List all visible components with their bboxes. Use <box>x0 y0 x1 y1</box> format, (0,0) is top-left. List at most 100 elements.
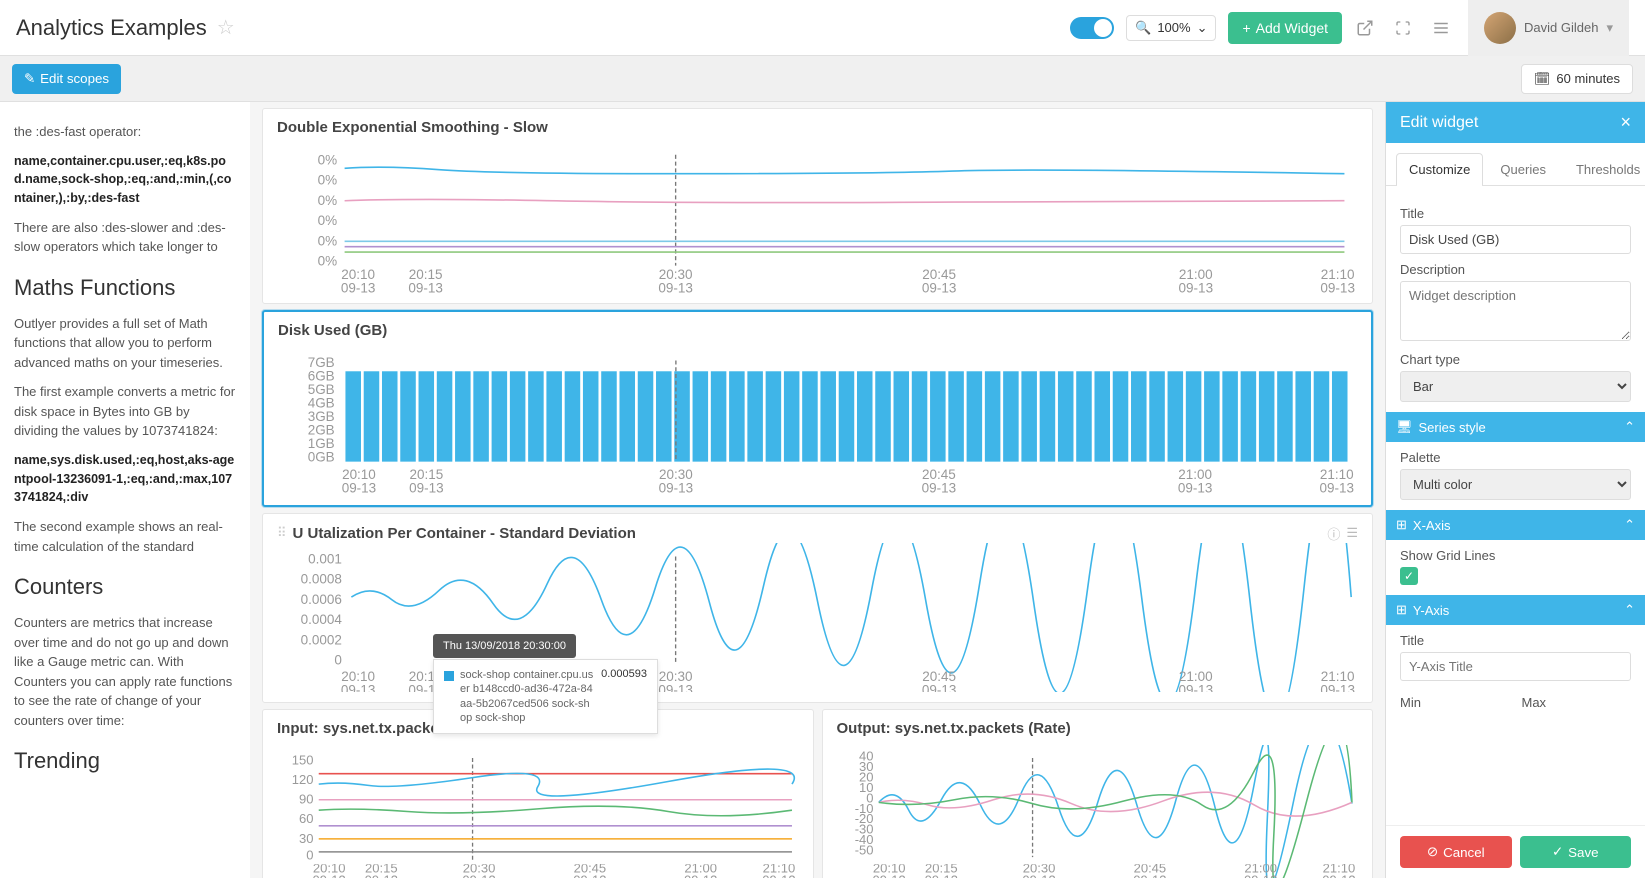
zoom-control[interactable]: 🔍 100% ⌄ <box>1126 15 1216 41</box>
doc-sidebar: the :des-fast operator: name,container.c… <box>0 102 250 878</box>
chart-type-select[interactable]: Bar <box>1400 371 1631 402</box>
widget-des-slow[interactable]: Double Exponential Smoothing - Slow 0% 0%… <box>262 108 1373 304</box>
max-label: Max <box>1522 695 1632 710</box>
fullscreen-icon[interactable] <box>1388 13 1418 43</box>
svg-text:0.0008: 0.0008 <box>301 572 342 587</box>
edit-scopes-button[interactable]: ✎ Edit scopes <box>12 64 121 94</box>
svg-text:90: 90 <box>299 791 313 806</box>
svg-text:60: 60 <box>299 811 313 826</box>
svg-text:150: 150 <box>292 752 314 767</box>
section-x-axis[interactable]: ⊞ X-Axis ⌃ <box>1386 510 1645 540</box>
widget-title: Disk Used (GB) <box>278 322 1357 339</box>
svg-text:30: 30 <box>299 830 313 845</box>
svg-text:09-13: 09-13 <box>1320 480 1354 495</box>
zoom-value: 100% <box>1157 20 1190 35</box>
chart-tooltip-body: sock-shop container.cpu.user b148ccd0-ad… <box>433 659 658 734</box>
svg-text:0%: 0% <box>318 213 338 228</box>
cancel-button[interactable]: ⊘ Cancel <box>1400 836 1512 868</box>
chart-des-slow: 0%0%0% 0%0%0% 20:1009-13 20:1509-13 20:3… <box>277 144 1358 293</box>
open-external-icon[interactable] <box>1350 13 1380 43</box>
widget-disk-used[interactable]: Disk Used (GB) 7GB6GB5GB 4GB3GB2GB 1GB0G… <box>262 310 1373 507</box>
svg-text:09-13: 09-13 <box>922 480 956 495</box>
svg-text:09-13: 09-13 <box>659 480 693 495</box>
svg-text:09-13: 09-13 <box>313 872 346 878</box>
svg-text:09-13: 09-13 <box>573 872 606 878</box>
tab-customize[interactable]: Customize <box>1396 153 1483 185</box>
svg-text:0%: 0% <box>318 173 338 188</box>
para: The second example shows an real-time ca… <box>14 517 236 556</box>
chevron-up-icon: ⌃ <box>1624 602 1635 618</box>
chart-tx-in: 15012090 60300 20:1009-13 20:1509-13 20:… <box>277 745 799 878</box>
min-label: Min <box>1400 695 1510 710</box>
add-widget-button[interactable]: + Add Widget <box>1228 12 1342 44</box>
svg-text:09-13: 09-13 <box>1322 872 1355 878</box>
monitor-icon: 🖥 <box>1396 419 1413 435</box>
svg-text:09-13: 09-13 <box>1320 281 1355 293</box>
cancel-icon: ⊘ <box>1427 844 1438 860</box>
svg-text:09-13: 09-13 <box>1320 682 1355 691</box>
panel-body: Title Description Chart type Bar 🖥 Serie… <box>1386 186 1645 825</box>
widget-title: Double Exponential Smoothing - Slow <box>277 119 1358 136</box>
chevron-up-icon: ⌃ <box>1624 517 1635 533</box>
chart-disk-used: 7GB6GB5GB 4GB3GB2GB 1GB0GB 20:1009-13 20… <box>278 347 1357 495</box>
y-title-input[interactable] <box>1400 652 1631 681</box>
svg-text:09-13: 09-13 <box>684 872 717 878</box>
desc-textarea[interactable] <box>1400 281 1631 341</box>
para: the :des-fast operator: <box>14 122 236 142</box>
svg-text:0: 0 <box>334 653 342 668</box>
info-icon[interactable]: ⓘ <box>1327 524 1340 543</box>
code-example: name,container.cpu.user,:eq,k8s.pod.name… <box>14 152 236 208</box>
svg-text:09-13: 09-13 <box>658 682 693 691</box>
para: Counters are metrics that increase over … <box>14 613 236 730</box>
svg-text:09-13: 09-13 <box>1178 480 1212 495</box>
svg-text:09-13: 09-13 <box>922 281 957 293</box>
svg-text:09-13: 09-13 <box>658 281 693 293</box>
svg-text:09-13: 09-13 <box>1022 872 1055 878</box>
heading-counters: Counters <box>14 570 236 603</box>
series-color-swatch <box>444 671 454 681</box>
palette-label: Palette <box>1400 450 1631 465</box>
para: The first example converts a metric for … <box>14 382 236 441</box>
svg-text:0.001: 0.001 <box>308 551 342 566</box>
svg-text:09-13: 09-13 <box>872 872 905 878</box>
chart-type-label: Chart type <box>1400 352 1631 367</box>
svg-text:0%: 0% <box>318 233 338 248</box>
chevron-up-icon: ⌃ <box>1624 419 1635 435</box>
grid-checkbox[interactable]: ✓ <box>1400 567 1418 585</box>
widget-cpu-stddev[interactable]: ⠿ U Utalization Per Container - Standard… <box>262 513 1373 703</box>
svg-text:09-13: 09-13 <box>922 682 957 691</box>
tab-thresholds[interactable]: Thresholds <box>1563 153 1645 185</box>
drag-handle-icon[interactable]: ⠿ <box>277 525 287 541</box>
widget-tx-rate[interactable]: Output: sys.net.tx.packets (Rate) 403020… <box>822 709 1374 878</box>
tab-queries[interactable]: Queries <box>1487 153 1559 185</box>
grid-icon: ⊞ <box>1396 517 1407 533</box>
svg-text:0%: 0% <box>318 152 338 167</box>
grid-icon: ⊞ <box>1396 602 1407 618</box>
edit-toggle[interactable] <box>1070 17 1114 39</box>
svg-text:0.0004: 0.0004 <box>301 612 343 627</box>
series-label: sock-shop container.cpu.user b148ccd0-ad… <box>460 668 595 725</box>
chevron-down-icon: ▾ <box>1606 20 1613 36</box>
svg-text:09-13: 09-13 <box>1179 281 1214 293</box>
svg-text:09-13: 09-13 <box>341 682 376 691</box>
svg-text:09-13: 09-13 <box>409 480 443 495</box>
topbar: Analytics Examples ☆ 🔍 100% ⌄ + Add Widg… <box>0 0 1645 56</box>
timerange-picker[interactable]: 🗓 60 minutes <box>1521 64 1633 94</box>
svg-text:09-13: 09-13 <box>762 872 795 878</box>
menu-icon[interactable] <box>1426 13 1456 43</box>
title-input[interactable] <box>1400 225 1631 254</box>
chevron-down-icon: ⌄ <box>1197 20 1208 36</box>
heading-maths: Maths Functions <box>14 271 236 304</box>
palette-select[interactable]: Multi color <box>1400 469 1631 500</box>
user-menu[interactable]: David Gildeh ▾ <box>1468 0 1629 56</box>
search-icon: 🔍 <box>1135 20 1151 36</box>
section-y-axis[interactable]: ⊞ Y-Axis ⌃ <box>1386 595 1645 625</box>
widget-menu-icon[interactable]: ☰ <box>1346 525 1358 541</box>
close-icon[interactable]: × <box>1620 112 1631 133</box>
para: There are also :des-slower and :des-slow… <box>14 218 236 257</box>
section-series-style[interactable]: 🖥 Series style ⌃ <box>1386 412 1645 442</box>
star-icon[interactable]: ☆ <box>217 15 235 40</box>
title-label: Title <box>1400 206 1631 221</box>
save-button[interactable]: ✓ Save <box>1520 836 1632 868</box>
svg-text:0.0006: 0.0006 <box>301 592 342 607</box>
